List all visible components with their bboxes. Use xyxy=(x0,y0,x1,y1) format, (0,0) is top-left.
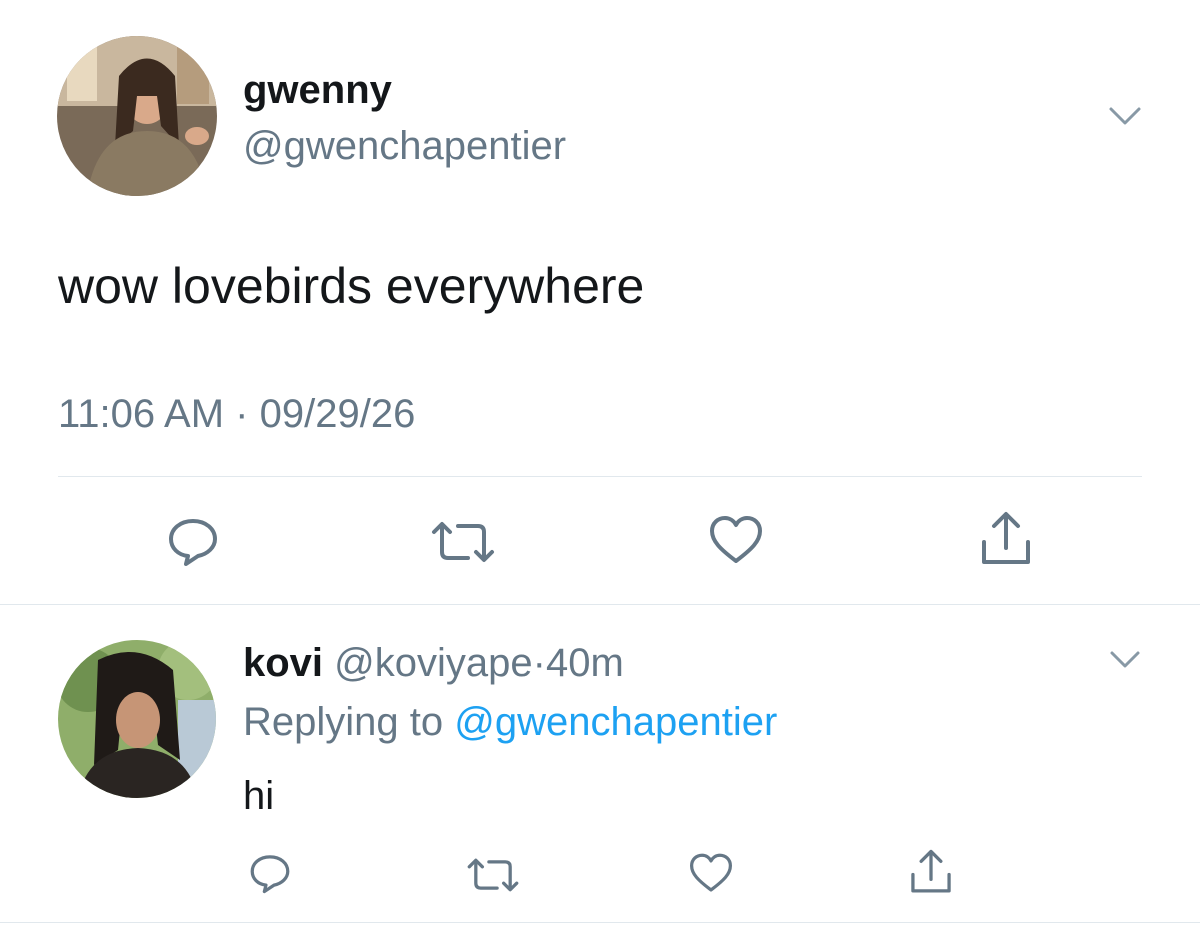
reply-heart-icon[interactable] xyxy=(688,852,734,894)
main-tweet-timestamp: 11:06 AM · 09/29/26 xyxy=(58,392,415,436)
reply-retweet-icon[interactable] xyxy=(466,855,520,895)
share-icon[interactable] xyxy=(978,510,1034,568)
reply-separator: · xyxy=(532,641,546,685)
main-tweet-date[interactable]: 09/29/26 xyxy=(260,392,416,436)
main-tweet-time[interactable]: 11:06 AM xyxy=(58,392,224,436)
main-tweet-separator: · xyxy=(235,392,249,436)
replying-to-handle-link[interactable]: @gwenchapentier xyxy=(454,700,777,744)
reply-header: kovi @koviyape·40m xyxy=(243,641,624,685)
replying-to-label: Replying to xyxy=(243,700,444,744)
section-divider xyxy=(0,604,1200,605)
chevron-down-icon[interactable] xyxy=(1107,103,1143,127)
reply-handle[interactable]: @koviyape xyxy=(334,641,532,685)
main-tweet-divider xyxy=(58,476,1142,477)
reply-chevron-down-icon[interactable] xyxy=(1108,648,1142,670)
main-tweet-text: wow lovebirds everywhere xyxy=(58,258,645,314)
replying-to-line: Replying to @gwenchapentier xyxy=(243,700,777,744)
speech-bubble-icon[interactable] xyxy=(166,515,220,567)
main-tweet-avatar[interactable] xyxy=(57,36,217,196)
main-tweet-author-name[interactable]: gwenny xyxy=(243,68,392,112)
reply-avatar[interactable] xyxy=(58,640,216,798)
reply-speech-bubble-icon[interactable] xyxy=(248,852,292,894)
reply-author-name[interactable]: kovi xyxy=(243,641,323,685)
reply-text: hi xyxy=(243,774,275,818)
reply-share-icon[interactable] xyxy=(908,848,954,896)
main-tweet-handle[interactable]: @gwenchapentier xyxy=(243,124,566,168)
reply-age[interactable]: 40m xyxy=(546,641,624,685)
heart-icon[interactable] xyxy=(708,514,764,566)
bottom-divider xyxy=(0,922,1200,923)
retweet-icon[interactable] xyxy=(430,518,496,566)
